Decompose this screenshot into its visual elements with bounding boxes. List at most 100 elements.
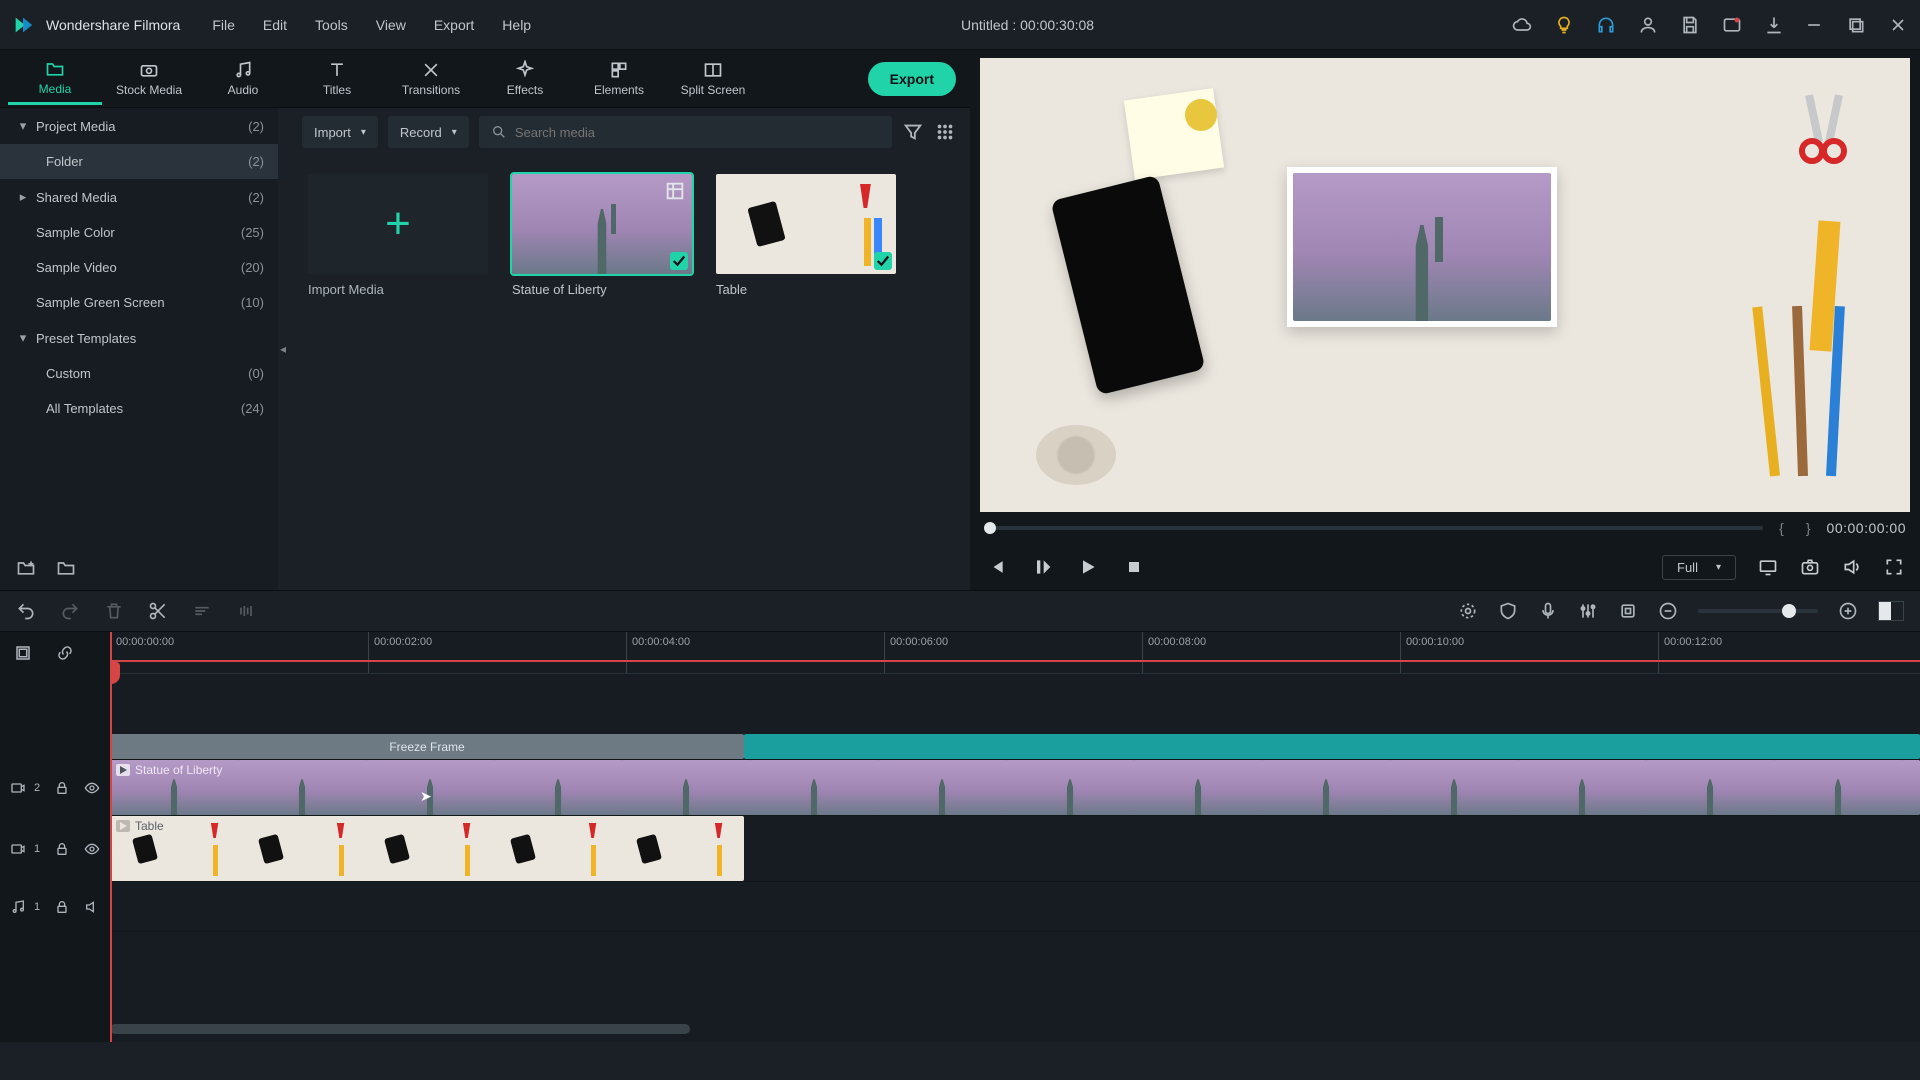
- track-meta-video1[interactable]: 1: [0, 816, 110, 882]
- fullscreen-icon[interactable]: [1884, 557, 1904, 577]
- lock-icon[interactable]: [54, 841, 70, 857]
- voiceover-icon[interactable]: [1538, 601, 1558, 621]
- scrollbar-thumb[interactable]: [110, 1024, 690, 1034]
- redo-icon[interactable]: [60, 601, 80, 621]
- media-table[interactable]: Table: [716, 174, 896, 297]
- menu-file[interactable]: File: [200, 11, 247, 39]
- mark-in-icon[interactable]: {: [1773, 520, 1790, 536]
- crop-icon[interactable]: [192, 601, 212, 621]
- lock-icon[interactable]: [54, 780, 70, 796]
- timeline-h-scrollbar[interactable]: [110, 1024, 1920, 1038]
- statue-clip[interactable]: Statue of Liberty ➤: [110, 760, 1920, 815]
- volume-icon[interactable]: [1842, 557, 1862, 577]
- import-dropdown[interactable]: Import ▾: [302, 116, 378, 148]
- tab-media[interactable]: Media: [8, 53, 102, 105]
- undo-icon[interactable]: [16, 601, 36, 621]
- preview-canvas[interactable]: [980, 58, 1910, 512]
- sidebar-item-project-media[interactable]: ▾ Project Media (2): [0, 108, 278, 144]
- maximize-icon[interactable]: [1846, 15, 1866, 35]
- zoom-slider[interactable]: [1698, 609, 1818, 613]
- sidebar-item-sample-color[interactable]: Sample Color (25): [0, 215, 278, 250]
- playhead[interactable]: [110, 632, 112, 1042]
- sidebar-item-sample-video[interactable]: Sample Video (20): [0, 250, 278, 285]
- menu-tools[interactable]: Tools: [303, 11, 360, 39]
- eye-icon[interactable]: [84, 780, 100, 796]
- menu-export[interactable]: Export: [422, 11, 486, 39]
- stop-icon[interactable]: [1124, 557, 1144, 577]
- tab-split-screen[interactable]: Split Screen: [666, 53, 760, 105]
- search-media-box[interactable]: [479, 116, 892, 148]
- table-clip[interactable]: Table: [110, 816, 744, 881]
- menu-help[interactable]: Help: [490, 11, 543, 39]
- color-icon[interactable]: [1458, 601, 1478, 621]
- lightbulb-icon[interactable]: [1554, 15, 1574, 35]
- menu-view[interactable]: View: [364, 11, 418, 39]
- zoom-handle[interactable]: [1782, 604, 1796, 618]
- eye-icon[interactable]: [84, 841, 100, 857]
- timeline-ruler[interactable]: 00:00:00:00 00:00:02:00 00:00:04:00 00:0…: [110, 632, 1920, 674]
- video-track-2[interactable]: Statue of Liberty ➤: [110, 760, 1920, 816]
- zoom-in-icon[interactable]: [1838, 601, 1858, 621]
- filter-icon[interactable]: [902, 121, 924, 143]
- sidebar-item-preset-templates[interactable]: ▾ Preset Templates: [0, 320, 278, 356]
- sidebar-item-shared-media[interactable]: ▸ Shared Media (2): [0, 179, 278, 215]
- cloud-icon[interactable]: [1512, 15, 1532, 35]
- record-dropdown[interactable]: Record ▾: [388, 116, 469, 148]
- grid-view-icon[interactable]: [934, 121, 956, 143]
- tab-titles[interactable]: Titles: [290, 53, 384, 105]
- prev-frame-icon[interactable]: [986, 557, 1006, 577]
- zoom-fit-toggle[interactable]: [1878, 601, 1904, 621]
- lock-icon[interactable]: [54, 899, 70, 915]
- delete-icon[interactable]: [104, 601, 124, 621]
- sidebar-item-folder[interactable]: Folder (2): [0, 144, 278, 179]
- clip-settings-icon[interactable]: [664, 180, 686, 202]
- sidebar-item-sample-green[interactable]: Sample Green Screen (10): [0, 285, 278, 320]
- snapshot-icon[interactable]: [1800, 557, 1820, 577]
- save-icon[interactable]: [1680, 15, 1700, 35]
- effect-track[interactable]: Freeze Frame: [110, 734, 1920, 760]
- effect-clip[interactable]: [744, 734, 1920, 759]
- sidebar-item-all-templates[interactable]: All Templates (24): [0, 391, 278, 426]
- tab-effects[interactable]: Effects: [478, 53, 572, 105]
- scrub-handle[interactable]: [984, 522, 996, 534]
- audio-track-1[interactable]: [110, 882, 1920, 932]
- shield-icon[interactable]: [1498, 601, 1518, 621]
- mark-out-icon[interactable]: }: [1800, 520, 1817, 536]
- play-pause-icon[interactable]: [1032, 557, 1052, 577]
- menu-edit[interactable]: Edit: [251, 11, 299, 39]
- preview-scrub-track[interactable]: [984, 526, 1763, 530]
- display-icon[interactable]: [1758, 557, 1778, 577]
- track-meta-video2[interactable]: 2: [0, 760, 110, 816]
- import-media-tile[interactable]: + Import Media: [308, 174, 488, 297]
- minimize-icon[interactable]: [1804, 15, 1824, 35]
- sidebar-collapse-button[interactable]: ◂: [278, 108, 288, 590]
- zoom-out-icon[interactable]: [1658, 601, 1678, 621]
- link-icon[interactable]: [56, 644, 74, 662]
- split-icon[interactable]: [148, 601, 168, 621]
- new-folder-icon[interactable]: [16, 558, 36, 578]
- search-input[interactable]: [515, 125, 880, 140]
- download-icon[interactable]: [1764, 15, 1784, 35]
- speed-icon[interactable]: [236, 601, 256, 621]
- headphones-icon[interactable]: [1596, 15, 1616, 35]
- track-manager-icon[interactable]: [14, 644, 32, 662]
- timeline-main[interactable]: 00:00:00:00 00:00:02:00 00:00:04:00 00:0…: [110, 632, 1920, 1042]
- export-button[interactable]: Export: [868, 62, 956, 96]
- mute-icon[interactable]: [84, 899, 100, 915]
- freeze-frame-clip[interactable]: Freeze Frame: [110, 734, 744, 759]
- mixer-icon[interactable]: [1578, 601, 1598, 621]
- track-meta-audio1[interactable]: 1: [0, 882, 110, 932]
- media-statue-of-liberty[interactable]: Statue of Liberty: [512, 174, 692, 297]
- tab-stock-media[interactable]: Stock Media: [102, 53, 196, 105]
- user-icon[interactable]: [1638, 15, 1658, 35]
- folder-icon[interactable]: [56, 558, 76, 578]
- message-icon[interactable]: [1722, 15, 1742, 35]
- tab-elements[interactable]: Elements: [572, 53, 666, 105]
- tab-transitions[interactable]: Transitions: [384, 53, 478, 105]
- close-icon[interactable]: [1888, 15, 1908, 35]
- sidebar-item-custom[interactable]: Custom (0): [0, 356, 278, 391]
- preview-quality-dropdown[interactable]: Full ▾: [1662, 555, 1736, 580]
- tab-audio[interactable]: Audio: [196, 53, 290, 105]
- marker-icon[interactable]: [1618, 601, 1638, 621]
- play-icon[interactable]: [1078, 557, 1098, 577]
